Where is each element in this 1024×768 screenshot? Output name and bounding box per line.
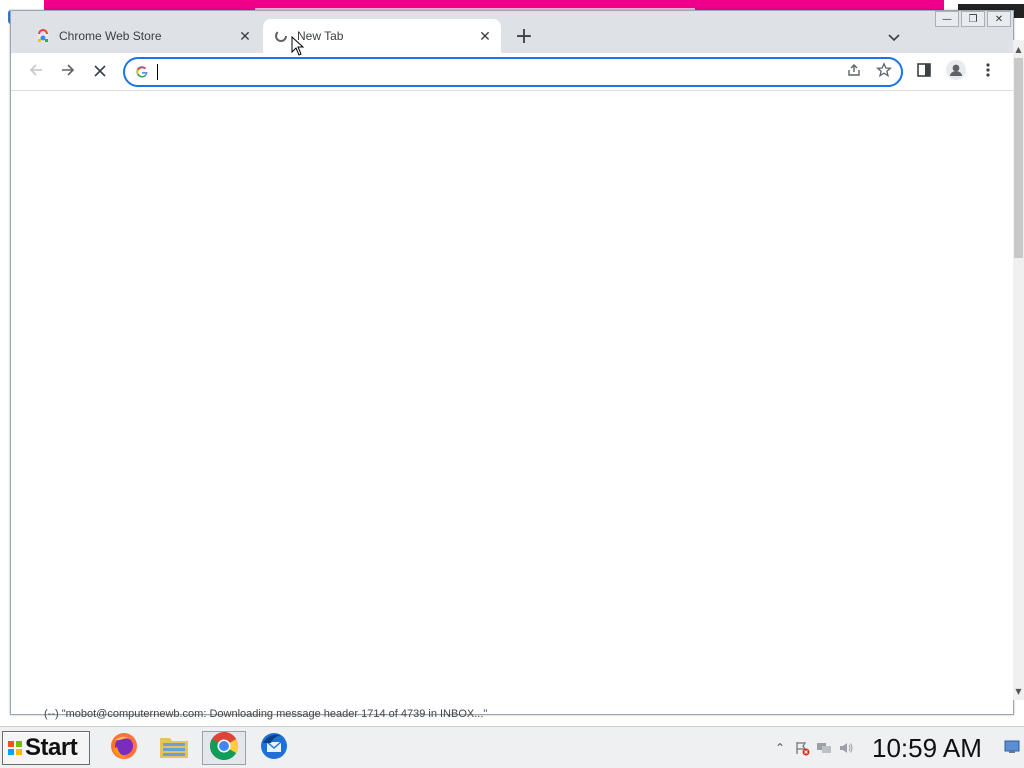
file-manager-icon — [158, 732, 190, 764]
chevron-up-icon[interactable]: ▲ — [1013, 42, 1024, 56]
background-window-scrollbar[interactable]: ▲ ▼ — [1013, 40, 1024, 700]
chrome-icon — [209, 731, 239, 765]
show-desktop-button[interactable] — [1004, 739, 1020, 753]
back-arrow-icon — [28, 62, 44, 82]
chevron-down-icon — [888, 27, 900, 46]
profile-button[interactable] — [943, 59, 969, 85]
stop-loading-button[interactable] — [87, 59, 113, 85]
tab-strip: Chrome Web Store ✕ New Tab ✕ + — ❐ ✕ — [11, 11, 1013, 53]
taskbar: Start ⌃ 10:59 AM — [0, 726, 1024, 768]
start-flag-icon — [7, 740, 23, 756]
share-icon — [846, 62, 862, 82]
firefox-taskbar-button[interactable] — [102, 731, 146, 765]
system-tray: ⌃ — [772, 731, 854, 765]
loading-spinner-icon — [273, 28, 289, 44]
taskbar-clock[interactable]: 10:59 AM — [872, 731, 982, 765]
firefox-icon — [109, 731, 139, 765]
thunderbird-icon — [259, 731, 289, 765]
chrome-web-store-icon — [35, 28, 51, 44]
browser-window: Chrome Web Store ✕ New Tab ✕ + — ❐ ✕ — [10, 10, 1014, 715]
browser-toolbar — [11, 53, 1013, 91]
close-tab-button[interactable]: ✕ — [233, 24, 257, 48]
tab-chrome-web-store[interactable]: Chrome Web Store ✕ — [25, 19, 261, 53]
scrollbar-thumb[interactable] — [1014, 58, 1023, 258]
new-tab-button[interactable]: + — [511, 23, 537, 49]
omnibox-input[interactable] — [157, 61, 841, 83]
side-panel-button[interactable] — [911, 59, 937, 85]
restore-button[interactable]: ❐ — [961, 11, 985, 27]
window-controls: — ❐ ✕ — [935, 11, 1011, 29]
avatar — [946, 60, 966, 84]
bookmark-button[interactable] — [871, 59, 897, 85]
more-vert-icon — [986, 62, 990, 82]
side-panel-icon — [916, 62, 932, 82]
minimize-button[interactable]: — — [935, 11, 959, 27]
google-icon — [135, 65, 149, 79]
back-button[interactable] — [23, 59, 49, 85]
chrome-taskbar-button[interactable] — [202, 731, 246, 765]
tab-search-button[interactable] — [883, 25, 905, 47]
page-content — [11, 92, 1013, 714]
tab-title: New Tab — [297, 29, 344, 43]
thunderbird-taskbar-button[interactable] — [252, 731, 296, 765]
close-window-button[interactable]: ✕ — [987, 11, 1011, 27]
mouse-cursor — [291, 35, 305, 56]
action-center-flag-icon[interactable] — [794, 740, 810, 756]
start-label: Start — [25, 734, 78, 761]
network-icon[interactable] — [816, 740, 832, 756]
forward-arrow-icon — [60, 62, 76, 82]
chevron-down-icon[interactable]: ▼ — [1013, 684, 1024, 698]
chevron-up-icon[interactable]: ⌃ — [772, 740, 788, 756]
star-icon — [876, 62, 892, 82]
file-manager-taskbar-button[interactable] — [152, 731, 196, 765]
volume-icon[interactable] — [838, 740, 854, 756]
share-button[interactable] — [841, 59, 867, 85]
tab-title: Chrome Web Store — [59, 29, 162, 43]
close-icon — [93, 63, 107, 82]
menu-button[interactable] — [975, 59, 1001, 85]
background-status-text: (--) "mobot@computernewb.com: Downloadin… — [44, 708, 488, 720]
address-bar[interactable] — [123, 57, 903, 87]
text-cursor — [157, 64, 158, 80]
start-button[interactable]: Start — [2, 731, 90, 765]
forward-button[interactable] — [55, 59, 81, 85]
close-tab-button[interactable]: ✕ — [473, 24, 497, 48]
